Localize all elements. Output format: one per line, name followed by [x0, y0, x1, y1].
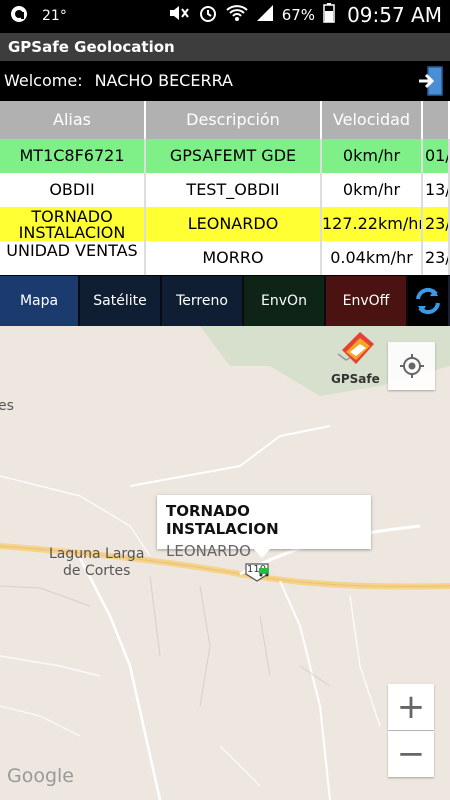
welcome-label: Welcome: [4, 71, 83, 90]
table-row[interactable]: OBDII TEST_OBDII 0km/hr 13/ [0, 173, 450, 209]
map-controls-bar: Mapa Satélite Terreno EnvOn EnvOff [0, 276, 450, 326]
terreno-button[interactable]: Terreno [162, 276, 244, 326]
logout-icon [419, 66, 443, 96]
google-attribution: Google [7, 765, 75, 787]
table-row[interactable]: MT1C8F6721 GPSAFEMT GDE 0km/hr 01/ [0, 139, 450, 175]
vehicle-marker[interactable] [258, 562, 270, 577]
welcome-bar: Welcome: NACHO BECERRA [0, 61, 450, 101]
header-extra[interactable] [423, 101, 450, 139]
map-view[interactable]: Laguna Larga de Cortes es 110 [0, 326, 450, 800]
cell-extra: 13/ [423, 173, 450, 207]
cell-extra: 23/ [423, 207, 450, 241]
cell-extra: 01/ [423, 139, 450, 173]
table-row[interactable]: UNIDAD VENTAS MORRO 0.04km/hr 23/ [0, 241, 450, 275]
clock: 09:57 AM [347, 3, 442, 27]
cell-descripcion: TEST_OBDII [146, 173, 322, 207]
cell-descripcion: GPSAFEMT GDE [146, 139, 322, 173]
user-name: NACHO BECERRA [94, 71, 233, 90]
header-descripcion[interactable]: Descripción [146, 101, 322, 139]
logout-button[interactable] [418, 66, 444, 96]
cell-descripcion: LEONARDO [146, 207, 322, 241]
wifi-icon [226, 4, 248, 26]
header-alias[interactable]: Alias [0, 101, 146, 139]
zoom-in-button[interactable]: + [388, 684, 434, 730]
map-edge-label: es [0, 398, 14, 414]
refresh-button[interactable] [408, 276, 448, 326]
cell-velocidad: 0km/hr [322, 139, 423, 173]
table-header: Alias Descripción Velocidad [0, 101, 450, 139]
notification-icon [10, 5, 28, 27]
battery-icon [323, 3, 335, 27]
alarm-icon [198, 3, 218, 27]
units-table: Alias Descripción Velocidad MT1C8F6721 GP… [0, 101, 450, 275]
marker-callout[interactable]: TORNADO INSTALACION LEONARDO [157, 495, 371, 560]
callout-title: TORNADO INSTALACION [166, 502, 279, 538]
town-label: Laguna Larga de Cortes [49, 546, 144, 580]
temperature-text: 21° [42, 8, 67, 24]
cell-alias: UNIDAD VENTAS [0, 241, 146, 275]
cell-alias: MT1C8F6721 [0, 139, 146, 173]
envoff-button[interactable]: EnvOff [326, 276, 408, 326]
refresh-icon [416, 287, 440, 315]
crosshair-icon [399, 354, 424, 378]
gpsafe-logo-text: GPSafe [331, 372, 380, 386]
cell-alias: TORNADO INSTALACION [0, 207, 146, 241]
status-bar: 21° 67% 09:57 AM [0, 0, 450, 33]
cell-velocidad: 127.22km/hr [322, 207, 423, 241]
envon-button[interactable]: EnvOn [244, 276, 326, 326]
town-label-text: Laguna Larga de Cortes [49, 546, 145, 579]
cell-extra: 23/ [423, 241, 450, 275]
callout-tail [253, 548, 271, 558]
cell-velocidad: 0km/hr [322, 173, 423, 207]
vehicle-marker-icon [259, 568, 269, 577]
cell-velocidad: 0.04km/hr [322, 241, 423, 275]
my-location-button[interactable] [388, 342, 435, 390]
battery-text: 67% [281, 6, 316, 24]
mute-icon [168, 3, 190, 27]
mapa-button[interactable]: Mapa [0, 276, 80, 326]
app-title: GPSafe Geolocation [0, 33, 450, 61]
satelite-button[interactable]: Satélite [80, 276, 162, 326]
table-row[interactable]: TORNADO INSTALACION LEONARDO 127.22km/hr 23… [0, 207, 450, 243]
cell-descripcion: MORRO [146, 241, 322, 275]
signal-icon [256, 4, 274, 26]
cell-alias: OBDII [0, 173, 146, 207]
zoom-out-button[interactable]: − [388, 731, 434, 777]
header-velocidad[interactable]: Velocidad [322, 101, 423, 139]
gpsafe-logo-mark [337, 332, 374, 364]
